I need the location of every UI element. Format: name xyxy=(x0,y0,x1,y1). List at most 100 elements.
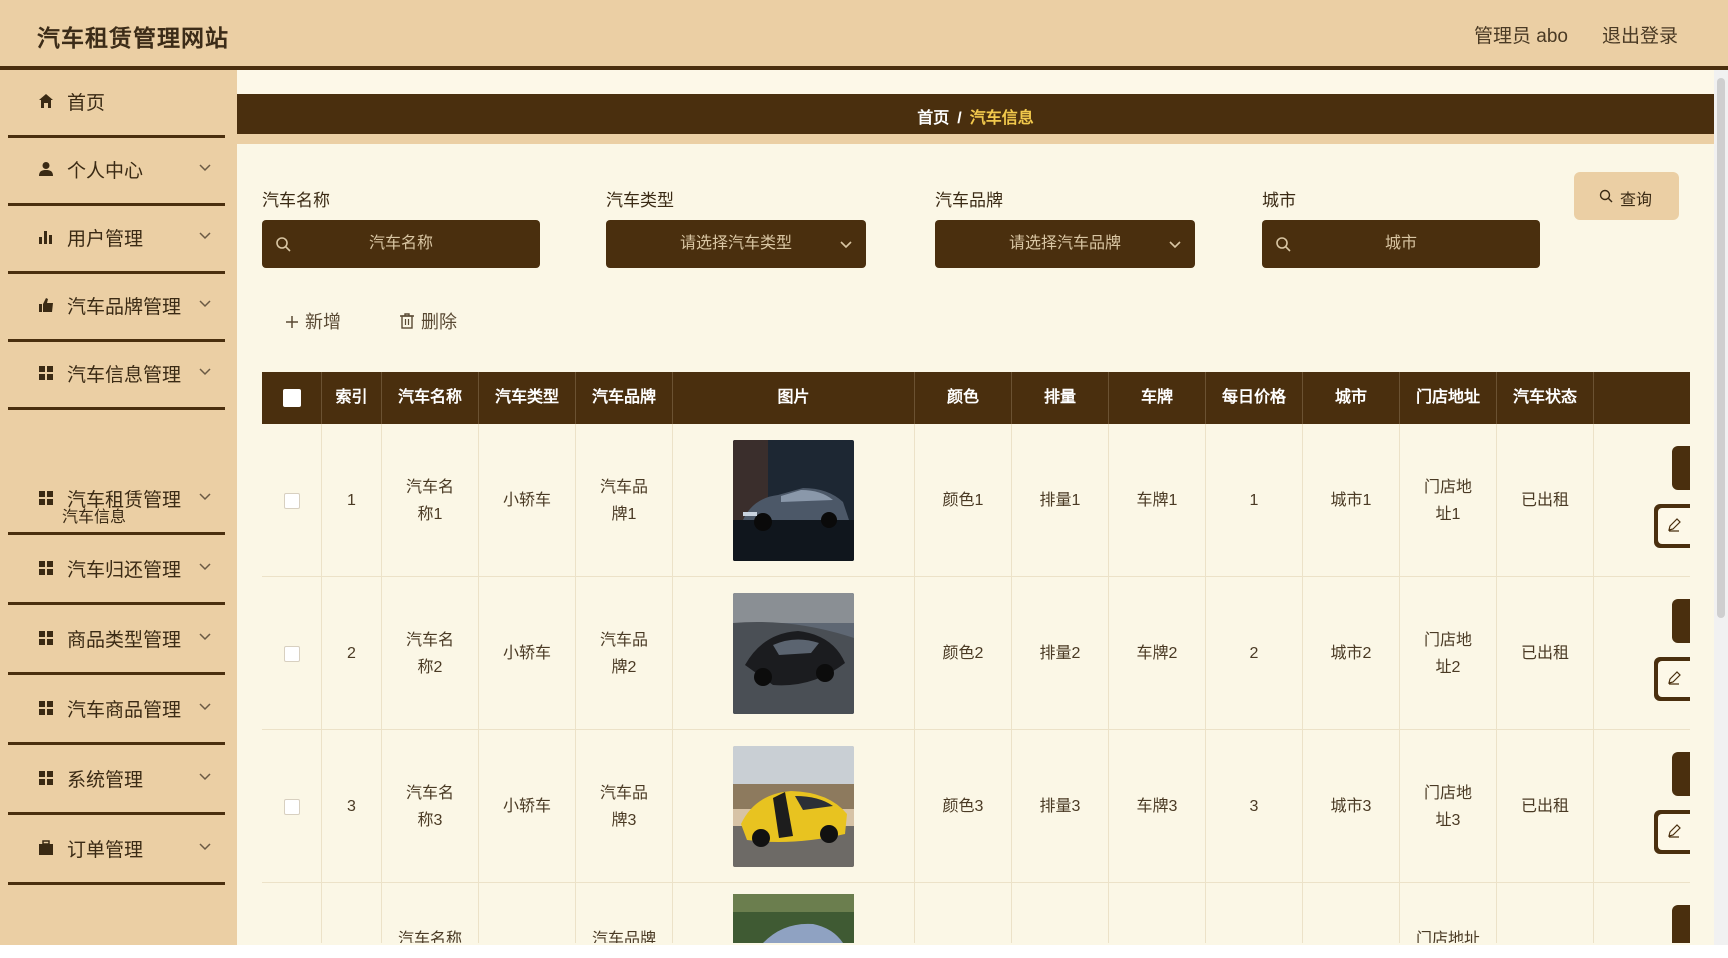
detail-button[interactable] xyxy=(1672,446,1690,490)
cell-index xyxy=(322,883,382,943)
scrollbar-thumb[interactable] xyxy=(1717,78,1725,618)
cell-displacement: 排量1 xyxy=(1012,424,1109,577)
header-cell: 图片 xyxy=(673,372,915,424)
query-button[interactable]: 查询 xyxy=(1574,172,1679,220)
edit-icon xyxy=(1668,671,1681,685)
search-icon xyxy=(1599,189,1613,203)
filter-type-label: 汽车类型 xyxy=(606,191,674,210)
header-cell: 索引 xyxy=(322,372,382,424)
person-icon xyxy=(39,162,53,176)
row-checkbox[interactable] xyxy=(283,645,300,662)
cell-address: 门店地址2 xyxy=(1400,577,1497,730)
chevron-down-icon xyxy=(199,368,211,376)
car-photo-black-sports-car[interactable] xyxy=(733,593,854,714)
cell-brand: 汽车品牌 xyxy=(576,883,673,943)
breadcrumb: 首页 / 汽车信息 xyxy=(237,94,1714,134)
cell-type: 小轿车 xyxy=(479,730,576,883)
edit-button[interactable] xyxy=(1654,504,1690,548)
header-cell: 城市 xyxy=(1303,372,1400,424)
grid-icon xyxy=(39,491,53,505)
cell-color: 颜色2 xyxy=(915,577,1012,730)
cell-status: 已出租 xyxy=(1497,577,1594,730)
cell-index: 1 xyxy=(322,424,382,577)
car-photo-partial[interactable] xyxy=(733,894,854,943)
cell-image xyxy=(673,883,915,943)
filter-city-label: 城市 xyxy=(1262,191,1296,210)
search-icon xyxy=(276,237,291,252)
chevron-down-icon xyxy=(199,164,211,172)
filter-city-input[interactable]: 城市 xyxy=(1262,220,1540,268)
filter-brand-select[interactable]: 请选择汽车品牌 xyxy=(935,220,1195,268)
grid-icon xyxy=(39,561,53,575)
row-select-cell[interactable] xyxy=(262,424,322,577)
home-icon xyxy=(39,94,53,108)
table-row: 1 汽车名称1 小轿车 汽车品牌1 颜色1 排量1 车牌1 1 城市1 门店地址… xyxy=(262,424,1690,577)
header-cell: 车牌 xyxy=(1109,372,1206,424)
sidebar-item-brand-management[interactable]: 汽车品牌管理 xyxy=(0,274,237,342)
header-select-all[interactable] xyxy=(262,372,322,424)
grid-icon xyxy=(39,701,53,715)
cell-name: 汽车名称 xyxy=(382,883,479,943)
sidebar-item-label: 订单管理 xyxy=(67,840,144,861)
breadcrumb-home[interactable]: 首页 xyxy=(917,110,949,127)
row-select-cell[interactable] xyxy=(262,730,322,883)
sidebar-item-car-info-management[interactable]: 汽车信息管理 xyxy=(0,342,237,410)
car-photo-yellow-muscle-car[interactable] xyxy=(733,746,854,867)
cell-actions xyxy=(1594,577,1690,730)
cell-type: 小轿车 xyxy=(479,424,576,577)
edit-button[interactable] xyxy=(1654,810,1690,854)
cell-image xyxy=(673,424,915,577)
top-bar: 汽车租赁管理网站 管理员 abo 退出登录 xyxy=(0,0,1728,66)
sidebar-divider xyxy=(8,672,225,675)
add-button[interactable]: 新增 xyxy=(285,308,341,334)
sidebar-item-label: 汽车归还管理 xyxy=(67,560,182,581)
sidebar-item-system-management[interactable]: 系统管理 xyxy=(0,747,237,815)
header-cell: 排量 xyxy=(1012,372,1109,424)
content-top-strip xyxy=(237,70,1714,94)
sidebar-item-user-management[interactable]: 用户管理 xyxy=(0,206,237,274)
user-label[interactable]: 管理员 abo xyxy=(1474,21,1568,48)
row-select-cell[interactable] xyxy=(262,577,322,730)
sidebar-item-goods-type-management[interactable]: 商品类型管理 xyxy=(0,607,237,675)
sidebar-divider xyxy=(8,742,225,745)
sidebar-item-order-management[interactable]: 订单管理 xyxy=(0,817,237,885)
row-select-cell[interactable] xyxy=(262,883,322,943)
query-button-label: 查询 xyxy=(1620,192,1653,209)
cell-actions xyxy=(1594,424,1690,577)
detail-button[interactable] xyxy=(1672,905,1690,943)
logout-link[interactable]: 退出登录 xyxy=(1602,21,1678,48)
sidebar-item-personal-center[interactable]: 个人中心 xyxy=(0,138,237,206)
sidebar-item-label: 汽车品牌管理 xyxy=(67,297,182,318)
sidebar-item-home[interactable]: 首页 xyxy=(0,70,237,138)
cell-status: 已出租 xyxy=(1497,424,1594,577)
table-row: 3 汽车名称3 小轿车 汽车品牌3 颜色3 排量3 车牌3 3 城市3 门店地址… xyxy=(262,730,1690,883)
filter-name-input[interactable]: 汽车名称 xyxy=(262,220,540,268)
cell-price: 1 xyxy=(1206,424,1303,577)
briefcase-icon xyxy=(39,840,53,855)
delete-button[interactable]: 删除 xyxy=(399,308,457,334)
detail-button[interactable] xyxy=(1672,752,1690,796)
scrollbar[interactable] xyxy=(1714,70,1728,945)
sidebar-item-return-management[interactable]: 汽车归还管理 xyxy=(0,537,237,605)
filter-name-placeholder: 汽车名称 xyxy=(368,235,433,252)
search-icon xyxy=(1276,237,1291,252)
detail-button[interactable] xyxy=(1672,599,1690,643)
edit-button[interactable] xyxy=(1654,657,1690,701)
row-checkbox[interactable] xyxy=(283,798,300,815)
sidebar-item-label: 首页 xyxy=(67,93,106,114)
cell-plate: 车牌2 xyxy=(1109,577,1206,730)
filter-brand-label: 汽车品牌 xyxy=(935,191,1003,210)
sidebar-item-rental-management[interactable]: 汽车租赁管理 xyxy=(0,467,237,535)
row-checkbox[interactable] xyxy=(283,492,300,509)
cell-name-text: 汽车名称 xyxy=(397,931,462,943)
cell-brand-text: 汽车品牌 xyxy=(591,931,656,943)
grid-icon xyxy=(39,631,53,645)
cell-image xyxy=(673,577,915,730)
filter-type-select[interactable]: 请选择汽车类型 xyxy=(606,220,866,268)
cell-displacement: 排量2 xyxy=(1012,577,1109,730)
car-photo-dark-sedan[interactable] xyxy=(733,440,854,561)
cell-price: 2 xyxy=(1206,577,1303,730)
sidebar-item-car-goods-management[interactable]: 汽车商品管理 xyxy=(0,677,237,745)
cell-color: 颜色1 xyxy=(915,424,1012,577)
select-all-checkbox[interactable] xyxy=(283,389,301,407)
